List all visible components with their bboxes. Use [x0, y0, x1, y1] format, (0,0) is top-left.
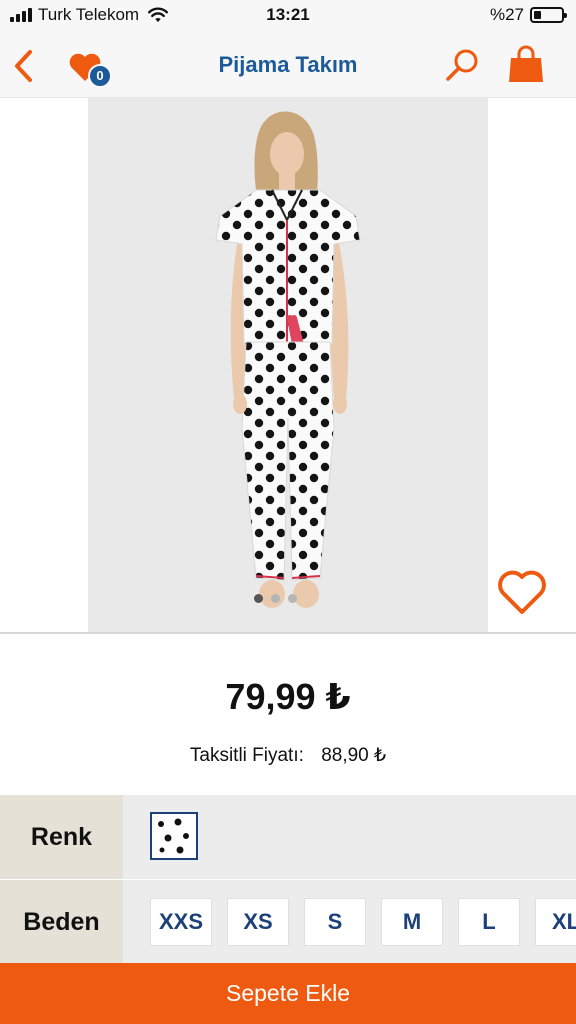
- add-to-cart-button[interactable]: Sepete Ekle: [0, 963, 576, 1024]
- battery-fill: [534, 11, 541, 19]
- product-photo[interactable]: [88, 98, 488, 632]
- pagination-dot[interactable]: [254, 594, 263, 603]
- section-divider: [0, 632, 576, 634]
- add-to-favorites-button[interactable]: [496, 568, 548, 618]
- battery-percent: %27: [489, 5, 524, 24]
- model-in-pajamas-image: [88, 98, 488, 632]
- size-button-s[interactable]: S: [304, 898, 366, 946]
- size-button-xxs[interactable]: XXS: [150, 898, 212, 946]
- pagination-dot[interactable]: [271, 594, 280, 603]
- heart-outline-icon: [498, 570, 546, 614]
- page-title: Pijama Takım: [218, 52, 358, 77]
- size-button-m[interactable]: M: [381, 898, 443, 946]
- polka-dot-swatch-image: [152, 814, 196, 858]
- color-swatch-polka-dot[interactable]: [150, 812, 198, 860]
- installment-price: 88,90 ₺: [321, 745, 387, 766]
- size-button-xl[interactable]: XL: [535, 898, 576, 946]
- installment-label: Taksitli Fiyatı:: [189, 745, 304, 766]
- size-label: Beden: [0, 880, 123, 964]
- search-icon: [446, 49, 478, 81]
- size-list: XXS XS S M L XL: [150, 898, 576, 946]
- size-button-xs[interactable]: XS: [227, 898, 289, 946]
- battery-group: %27: [489, 5, 567, 25]
- battery-icon: [530, 7, 567, 23]
- color-label: Renk: [0, 795, 123, 879]
- nav-bar: 0 Pijama Takım: [0, 34, 576, 98]
- product-gallery[interactable]: [0, 98, 576, 634]
- size-option-row: Beden XXS XS S M L XL: [0, 880, 576, 964]
- search-button[interactable]: [442, 46, 482, 86]
- gallery-pagination[interactable]: [254, 594, 297, 603]
- product-price: 79,99 ₺: [225, 676, 351, 717]
- size-button-l[interactable]: L: [458, 898, 520, 946]
- status-bar: Turk Telekom 13:21 %27: [0, 0, 576, 34]
- cart-button[interactable]: [506, 44, 546, 86]
- color-option-row: Renk: [0, 795, 576, 879]
- shopping-bag-icon: [509, 45, 543, 82]
- installment-price-line: Taksitli Fiyatı: 88,90 ₺: [0, 744, 576, 767]
- pagination-dot[interactable]: [288, 594, 297, 603]
